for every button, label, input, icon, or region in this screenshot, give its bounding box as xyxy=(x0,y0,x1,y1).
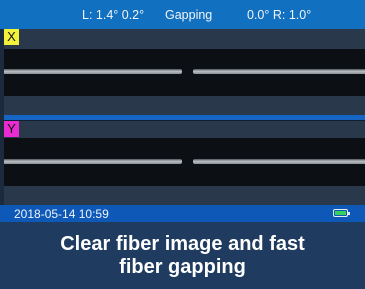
caption-line-1: Clear fiber image and fast xyxy=(60,233,305,255)
status-bar: L: 1.4° 0.2° Gapping 0.0° R: 1.0° xyxy=(0,0,365,29)
x-axis-label: X xyxy=(4,29,19,45)
x-view-panel: X xyxy=(4,29,365,115)
datetime-display: 2018-05-14 10:59 xyxy=(14,207,109,221)
caption-line-2: fiber gapping xyxy=(119,256,246,278)
caption-banner: Clear fiber image and fast fiber gapping xyxy=(0,222,365,289)
y-right-fiber xyxy=(193,159,365,164)
y-axis-label: Y xyxy=(4,121,19,137)
y-view-panel: Y xyxy=(4,121,365,205)
right-angle-readout: 0.0° R: 1.0° xyxy=(247,8,312,22)
y-left-fiber xyxy=(4,159,182,164)
battery-icon xyxy=(333,209,350,217)
left-angle-readout: L: 1.4° 0.2° xyxy=(82,8,145,22)
x-right-fiber xyxy=(193,69,365,74)
battery-level-fill xyxy=(335,211,346,215)
x-left-fiber xyxy=(4,69,182,74)
bottom-status-bar: 2018-05-14 10:59 xyxy=(0,205,365,222)
mode-label: Gapping xyxy=(165,8,213,22)
